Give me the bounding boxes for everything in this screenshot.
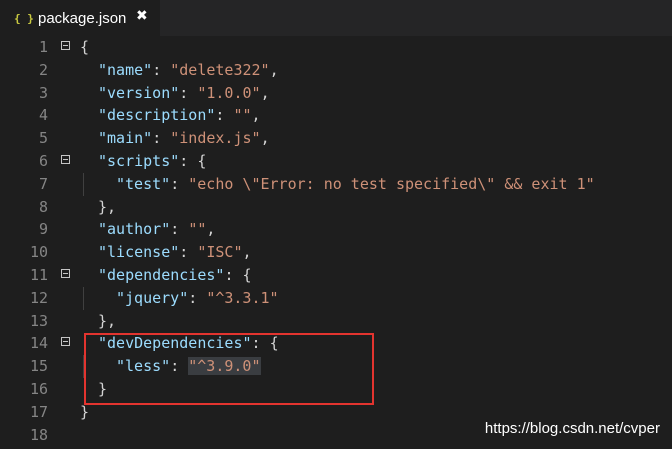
- code-token: "scripts": [98, 152, 180, 170]
- code-token: :: [170, 174, 189, 193]
- line-number: 16: [29, 380, 48, 398]
- code-token: "test": [116, 174, 171, 193]
- code-line[interactable]: 11 "dependencies": {: [0, 264, 672, 287]
- code-line[interactable]: 10 "license": "ISC",: [0, 241, 672, 264]
- code-token: "ISC": [197, 243, 243, 262]
- code-line[interactable]: 5 "main": "index.js",: [0, 127, 672, 150]
- code-token: "author": [98, 220, 171, 239]
- tab-bar: { } package.json ✖: [0, 0, 672, 36]
- code-text: "description": "",: [98, 104, 261, 127]
- code-token: {: [80, 38, 90, 56]
- indent-guide: [83, 172, 84, 196]
- code-token: "echo \"Error: no test specified\" && ex…: [188, 174, 595, 193]
- code-token: :: [179, 243, 198, 262]
- code-token: },: [98, 311, 117, 330]
- fold-toggle-icon[interactable]: [61, 41, 70, 50]
- code-token: ,: [206, 220, 216, 239]
- code-token: "jquery": [116, 288, 189, 307]
- fold-toggle-icon[interactable]: [61, 337, 70, 347]
- code-line[interactable]: 8},: [0, 196, 672, 219]
- code-text: "name": "delete322",: [98, 59, 279, 82]
- line-number: 14: [29, 334, 48, 353]
- line-number: 10: [29, 243, 48, 262]
- code-token: "^3.3.1": [206, 288, 279, 307]
- code-token: }: [80, 402, 90, 421]
- line-number: 17: [29, 402, 48, 421]
- line-number: 12: [29, 288, 48, 307]
- code-token: ,: [260, 83, 270, 102]
- line-number: 9: [38, 220, 48, 239]
- line-number: 7: [38, 174, 48, 193]
- code-text: "license": "ISC",: [98, 241, 252, 264]
- code-text: "dependencies": {: [98, 264, 252, 287]
- code-text: "author": "",: [98, 218, 215, 241]
- code-line[interactable]: 2 "name": "delete322",: [0, 59, 672, 82]
- code-token: "": [233, 106, 252, 125]
- fold-toggle-icon[interactable]: [61, 269, 70, 278]
- code-line[interactable]: 7 "test": "echo \"Error: no test specifie…: [0, 172, 672, 196]
- code-token: ,: [242, 243, 252, 262]
- watermark: https://blog.csdn.net/cvper: [484, 420, 660, 437]
- code-token: ,: [260, 129, 270, 148]
- code-token: :: [188, 288, 207, 307]
- code-text: },: [98, 196, 116, 219]
- fold-toggle-icon[interactable]: [61, 155, 70, 164]
- code-line[interactable]: 6 "scripts": {: [0, 150, 672, 173]
- code-token: "1.0.0": [197, 83, 261, 102]
- line-number: 6: [38, 152, 48, 170]
- code-token: : {: [224, 266, 252, 284]
- tab-title: package.json: [38, 9, 127, 27]
- code-token: ,: [269, 60, 279, 79]
- code-text: "jquery": "^3.3.1": [116, 287, 279, 310]
- code-token: :: [215, 106, 234, 125]
- code-token: :: [170, 220, 189, 239]
- line-number: 15: [29, 357, 48, 376]
- code-line[interactable]: 3 "version": "1.0.0",: [0, 82, 672, 105]
- code-text: {: [80, 36, 89, 59]
- code-token: "delete322": [170, 60, 270, 79]
- code-line[interactable]: 12 "jquery": "^3.3.1": [0, 286, 672, 310]
- line-number: 8: [38, 197, 48, 216]
- code-token: :: [179, 83, 198, 102]
- line-number: 13: [29, 311, 48, 330]
- code-token: "dependencies": [98, 266, 225, 284]
- line-number: 5: [38, 129, 48, 148]
- code-text: "test": "echo \"Error: no test specified…: [116, 173, 595, 196]
- indent-guide: [83, 286, 84, 310]
- code-token: },: [98, 197, 117, 216]
- code-line[interactable]: 13},: [0, 310, 672, 333]
- code-token: "name": [98, 60, 153, 79]
- code-token: ,: [251, 106, 261, 125]
- json-file-icon: { }: [14, 11, 34, 25]
- code-token: :: [152, 129, 171, 148]
- code-text: },: [98, 310, 116, 333]
- tab-package-json[interactable]: { } package.json ✖: [0, 0, 160, 36]
- highlight-annotation-box: [84, 333, 374, 405]
- code-token: : {: [179, 152, 207, 170]
- code-text: "main": "index.js",: [98, 127, 270, 150]
- code-token: "main": [98, 129, 153, 148]
- line-number: 2: [38, 60, 48, 79]
- code-token: "": [188, 220, 207, 239]
- line-number: 4: [38, 106, 48, 125]
- code-token: "description": [98, 106, 216, 125]
- code-line[interactable]: 1{: [0, 36, 672, 59]
- code-token: :: [152, 60, 171, 79]
- line-number: 11: [29, 266, 48, 284]
- line-number: 18: [29, 425, 48, 444]
- close-icon[interactable]: ✖: [136, 8, 148, 24]
- line-number: 3: [38, 83, 48, 102]
- code-line[interactable]: 9 "author": "",: [0, 218, 672, 241]
- code-line[interactable]: 4 "description": "",: [0, 104, 672, 127]
- code-text: "version": "1.0.0",: [98, 82, 270, 105]
- code-text: "scripts": {: [98, 150, 206, 173]
- code-token: "license": [98, 243, 180, 262]
- line-number: 1: [38, 38, 48, 56]
- code-token: "index.js": [170, 129, 261, 148]
- code-token: "version": [98, 83, 180, 102]
